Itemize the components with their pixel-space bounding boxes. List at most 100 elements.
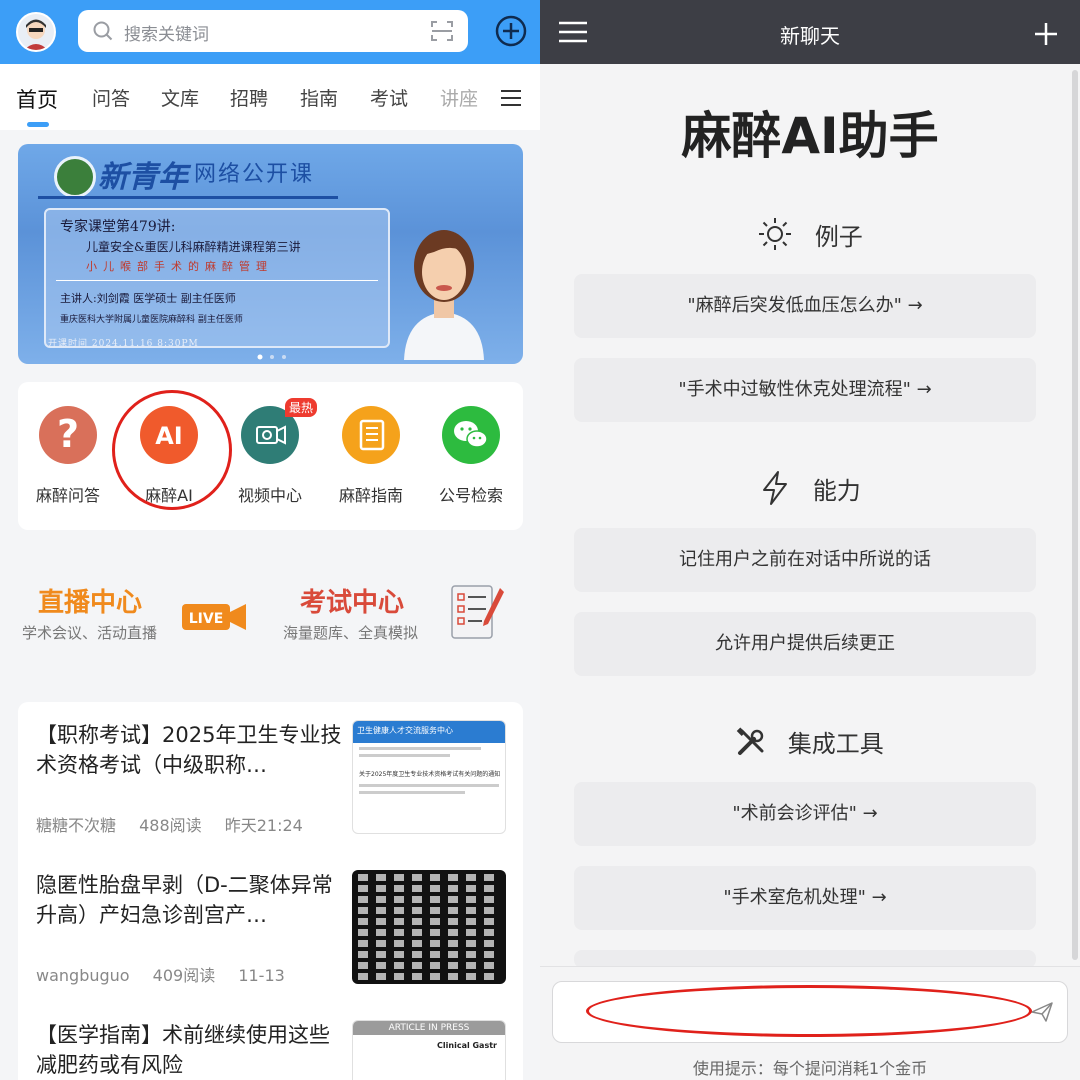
active-tab-indicator	[27, 122, 49, 127]
shortcut-grid: ? 麻醉问答 AI 麻醉AI 最热 视频中心 麻醉指南 公号检索	[18, 382, 523, 530]
section-tools: 集成工具	[540, 724, 1080, 759]
ai-chat-panel: 新聊天 麻醉AI助手 例子 "麻醉后突发低血压怎么办" → "手术中过敏性休克处…	[540, 0, 1080, 1080]
app-home-panel: 搜索关键词 首页 问答 文库 招聘 指南 考试 讲座 新青年 网络公开课 专家课…	[0, 0, 540, 1080]
article-title: 【医学指南】术前继续使用这些减肥药或有风险	[36, 1023, 330, 1077]
article-meta: 糖糖不次糖 488阅读 昨天21:24	[36, 812, 321, 836]
shortcut-label: 视频中心	[237, 486, 302, 505]
send-icon[interactable]	[1031, 1002, 1053, 1022]
add-circle-icon[interactable]	[494, 14, 528, 48]
avatar-image	[18, 14, 54, 50]
article-title: 隐匿性胎盘早剥（D-二聚体异常升高）产妇急诊剖宫产…	[36, 873, 333, 927]
banner-speaker: 主讲人:刘剑霞 医学硕士 副主任医师	[60, 292, 236, 305]
article-title: 【职称考试】2025年卫生专业技术资格考试（中级职称…	[36, 723, 342, 777]
scan-icon[interactable]	[430, 20, 454, 42]
chat-input-area: 使用提示：每个提问消耗1个金币	[540, 966, 1080, 1080]
article-thumbnail: 卫生健康人才交流服务中心 关于2025年度卫生专业技术资格考试有关问题的通知	[352, 720, 506, 834]
example-prompt-button[interactable]: "手术中过敏性休克处理流程" →	[574, 358, 1036, 422]
banner-subtitle: 网络公开课	[194, 162, 315, 187]
live-center-subtitle: 学术会议、活动直播	[22, 624, 158, 642]
shortcut-label: 麻醉指南	[338, 486, 403, 505]
capability-item: 记住用户之前在对话中所说的话	[574, 528, 1036, 592]
tool-prompt-button[interactable]: "手术室危机处理" →	[574, 866, 1036, 930]
article-feed: 【职称考试】2025年卫生专业技术资格考试（中级职称… 糖糖不次糖 488阅读 …	[18, 702, 523, 1080]
wechat-icon	[454, 421, 488, 448]
shortcut-video-center[interactable]: 最热 视频中心	[230, 398, 318, 506]
banner-title: 新青年	[98, 160, 188, 195]
search-icon	[93, 21, 113, 41]
hot-badge: 最热	[285, 398, 318, 417]
article-thumbnail: ARTICLE IN PRESS Clinical Gastr	[352, 1020, 506, 1080]
banner-course-name: 儿童安全&重医儿科麻醉精进课程第三讲	[86, 240, 301, 254]
lecture-banner[interactable]: 新青年 网络公开课 专家课堂第479讲: 儿童安全&重医儿科麻醉精进课程第三讲 …	[18, 144, 523, 364]
tools-icon	[736, 726, 764, 755]
search-bar[interactable]: 搜索关键词	[78, 10, 468, 52]
article-reads: 488阅读	[139, 816, 202, 835]
banner-info-card: 专家课堂第479讲: 儿童安全&重医儿科麻醉精进课程第三讲 小儿喉部手术的麻醉管…	[44, 208, 390, 348]
shortcut-wechat-search[interactable]: 公号检索	[431, 406, 511, 506]
section-title: 集成工具	[787, 730, 884, 758]
highlight-oval-annotation	[586, 985, 1032, 1037]
exam-center-subtitle: 海量题库、全真模拟	[283, 624, 419, 642]
tab-guides[interactable]: 指南	[300, 84, 338, 111]
feature-banners: 直播中心 学术会议、活动直播 LIVE 考试中心 海量题库、全真模拟	[0, 560, 540, 660]
article-time: 11-13	[238, 966, 285, 985]
example-prompt-button[interactable]: "麻醉后突发低血压怎么办" →	[574, 274, 1036, 338]
live-center-title[interactable]: 直播中心	[38, 582, 142, 619]
society-logo-icon	[54, 156, 96, 198]
article-time: 昨天21:24	[224, 816, 303, 835]
banner-affiliation: 重庆医科大学附属儿童医院麻醉科 副主任医师	[60, 315, 243, 325]
carousel-dots[interactable]	[256, 354, 304, 360]
scrollbar[interactable]	[1072, 70, 1078, 960]
tab-exams[interactable]: 考试	[370, 84, 408, 111]
list-item[interactable]: 【职称考试】2025年卫生专业技术资格考试（中级职称… 糖糖不次糖 488阅读 …	[18, 720, 523, 850]
shortcut-label: 麻醉问答	[35, 486, 100, 505]
screenshot-root: 搜索关键词 首页 问答 文库 招聘 指南 考试 讲座 新青年 网络公开课 专家课…	[0, 0, 1080, 1080]
usage-hint: 使用提示：每个提问消耗1个金币	[692, 1059, 928, 1078]
shortcut-label: 公号检索	[438, 486, 503, 505]
assistant-title: 麻醉AI助手	[681, 107, 939, 165]
lightning-icon	[763, 471, 788, 505]
exam-checklist-icon	[451, 585, 504, 639]
list-item[interactable]: 【医学指南】术前继续使用这些减肥药或有风险 ARTICLE IN PRESS C…	[18, 1020, 523, 1080]
exam-center-title[interactable]: 考试中心	[300, 582, 404, 619]
category-tabs: 首页 问答 文库 招聘 指南 考试 讲座	[0, 64, 540, 130]
section-title: 例子	[814, 222, 863, 251]
avatar[interactable]	[16, 12, 56, 52]
search-placeholder: 搜索关键词	[124, 25, 209, 45]
article-thumbnail	[352, 870, 506, 984]
article-meta: wangbuguo 409阅读 11-13	[36, 962, 303, 986]
top-bar: 搜索关键词	[0, 0, 540, 64]
book-icon	[359, 419, 385, 451]
banner-time: 开课时间 2024.11.16 8:30PM	[48, 339, 199, 349]
chat-header: 新聊天	[540, 0, 1080, 64]
svg-text:LIVE: LIVE	[189, 611, 224, 627]
tab-jobs[interactable]: 招聘	[230, 84, 268, 111]
banner-lecture-number: 专家课堂第479讲:	[60, 219, 176, 235]
highlight-circle-annotation	[112, 390, 232, 510]
section-capabilities: 能力	[540, 470, 1080, 506]
article-author: 糖糖不次糖	[36, 816, 117, 835]
speaker-portrait	[404, 230, 484, 360]
svg-text:?: ?	[57, 412, 79, 456]
article-author: wangbuguo	[36, 966, 130, 985]
menu-icon[interactable]	[500, 88, 522, 108]
capability-item: 允许用户提供后续更正	[574, 612, 1036, 676]
section-examples: 例子	[540, 216, 1080, 252]
list-item[interactable]: 隐匿性胎盘早剥（D-二聚体异常升高）产妇急诊剖宫产… wangbuguo 409…	[18, 870, 523, 1000]
question-icon: ?	[57, 412, 79, 456]
banner-topic: 小儿喉部手术的麻醉管理	[86, 260, 273, 273]
tool-prompt-button[interactable]: "术前会诊评估" →	[574, 782, 1036, 846]
shortcut-anesthesia-qa[interactable]: ? 麻醉问答	[28, 406, 108, 506]
tab-library[interactable]: 文库	[161, 84, 199, 111]
new-chat-plus-icon[interactable]	[1034, 22, 1058, 46]
section-title: 能力	[812, 476, 861, 505]
article-reads: 409阅读	[152, 966, 216, 985]
banner-divider	[38, 196, 338, 199]
chat-header-title: 新聊天	[780, 24, 840, 48]
live-camera-icon: LIVE	[182, 604, 246, 630]
tab-lectures[interactable]: 讲座	[440, 84, 478, 111]
shortcut-anesthesia-guides[interactable]: 麻醉指南	[331, 406, 411, 506]
banner-card-divider	[56, 280, 378, 281]
tab-qa[interactable]: 问答	[92, 84, 130, 111]
tab-home[interactable]: 首页	[16, 84, 58, 114]
